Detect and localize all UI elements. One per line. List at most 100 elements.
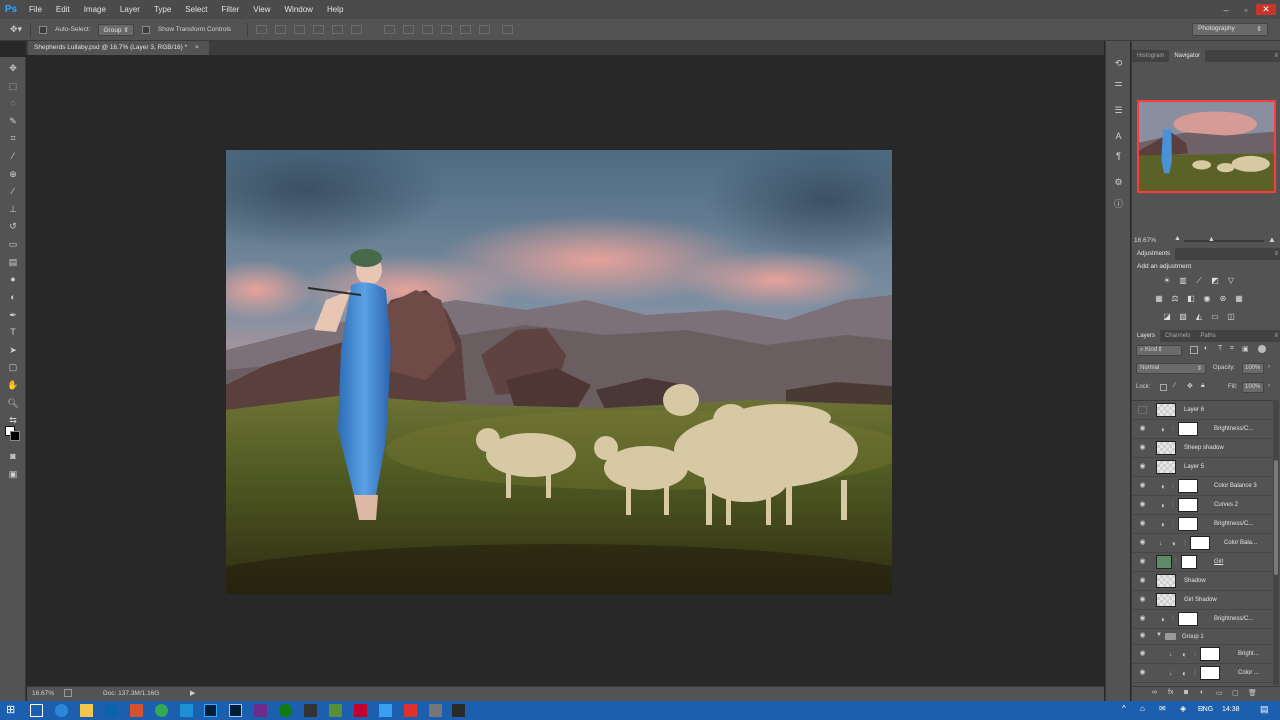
blur-tool-icon[interactable]: ● [5, 272, 21, 286]
clock[interactable]: 14:38 [1222, 706, 1240, 713]
minimize-button[interactable]: – [1216, 5, 1236, 15]
marquee-tool-icon[interactable]: ⬚ [5, 79, 21, 93]
blend-mode-dropdown[interactable]: Normal ⇕ [1136, 363, 1206, 374]
levels-icon[interactable]: ▥ [1178, 276, 1188, 285]
eye-icon[interactable]: ◉ [1138, 632, 1147, 640]
document-tab[interactable]: Shepherds Lullaby.psd @ 16.7% (Layer 3, … [28, 41, 209, 55]
app-icon[interactable] [304, 704, 317, 717]
eyedropper-tool-icon[interactable]: ⁄ [5, 149, 21, 163]
photo-filter-icon[interactable]: ◉ [1202, 294, 1212, 303]
history-brush-tool-icon[interactable]: ↺ [5, 219, 21, 233]
menu-type[interactable]: Type [147, 0, 178, 19]
distribute-hcenter-icon[interactable] [460, 25, 472, 34]
crop-tool-icon[interactable]: ⌗ [5, 131, 21, 145]
tab-histogram[interactable]: Histogram [1132, 50, 1169, 62]
opacity-input[interactable]: 100% [1242, 363, 1264, 374]
notifications-icon[interactable]: ▤ [1260, 704, 1269, 715]
app-icon[interactable] [452, 704, 465, 717]
eye-icon[interactable]: ◉ [1138, 444, 1147, 452]
lightroom-taskbar-icon[interactable] [229, 704, 242, 717]
eraser-tool-icon[interactable]: ▭ [5, 237, 21, 251]
menu-window[interactable]: Window [278, 0, 320, 19]
selective-color-icon[interactable]: ◫ [1226, 312, 1236, 321]
eye-icon[interactable]: ◉ [1138, 615, 1147, 623]
status-arrow-icon[interactable]: ▶ [190, 689, 195, 697]
lock-transparent-icon[interactable] [1160, 384, 1167, 391]
document-canvas[interactable] [226, 150, 892, 594]
new-adjustment-icon[interactable]: ◐ [1200, 689, 1204, 696]
hand-tool-icon[interactable]: ✋ [5, 378, 21, 392]
delete-layer-icon[interactable]: 🗑︎ [1248, 689, 1257, 697]
brush-tool-icon[interactable]: ∕ [5, 184, 21, 198]
path-select-tool-icon[interactable]: ➤ [5, 343, 21, 357]
layer-row[interactable]: ◉ ◐ ⫶ Brightness/C... [1132, 610, 1272, 629]
tool-presets-icon[interactable]: ⚙ [1112, 177, 1125, 188]
gradient-tool-icon[interactable]: ▤ [5, 255, 21, 269]
filter-pixel-icon[interactable] [1190, 346, 1198, 354]
eye-icon[interactable]: ◉ [1138, 558, 1147, 566]
eye-icon[interactable]: ◉ [1138, 650, 1147, 658]
quick-select-tool-icon[interactable]: ✎ [5, 114, 21, 128]
tab-adjustments[interactable]: Adjustments [1132, 248, 1176, 260]
distribute-left-icon[interactable] [441, 25, 453, 34]
panel-menu-icon[interactable]: ≡ [1274, 50, 1278, 62]
app-icon[interactable] [379, 704, 392, 717]
tab-layers[interactable]: Layers [1132, 330, 1161, 342]
xbox-icon[interactable] [279, 704, 292, 717]
layer-row[interactable]: ◉ ↓ ◐ ⫶ Bright... [1132, 645, 1272, 664]
filter-type-icon[interactable]: T [1218, 345, 1222, 352]
character-icon[interactable]: A [1112, 131, 1125, 142]
background-color-swatch[interactable] [10, 431, 20, 441]
auto-select-dropdown[interactable]: Group ⇕ [98, 23, 134, 36]
layer-group-row[interactable]: ◉ ▼ Group 1 [1132, 629, 1272, 645]
new-group-icon[interactable]: ▭ [1216, 689, 1223, 697]
task-view-icon[interactable] [30, 704, 43, 717]
eye-icon[interactable]: ◉ [1138, 577, 1147, 585]
menu-file[interactable]: File [22, 0, 49, 19]
layer-comps-icon[interactable]: ☰ [1112, 105, 1125, 116]
threshold-icon[interactable]: ◭ [1194, 312, 1204, 321]
layer-row[interactable]: ◉ Shadow [1132, 572, 1272, 591]
layer-row[interactable]: ◉ ↓ ◐ ⫶ Color Bala... [1132, 534, 1272, 553]
tab-navigator[interactable]: Navigator [1169, 50, 1206, 62]
gradient-map-icon[interactable]: ▭ [1210, 312, 1220, 321]
vibrance-icon[interactable]: ▽ [1226, 276, 1236, 285]
menu-layer[interactable]: Layer [113, 0, 147, 19]
app-icon[interactable] [354, 704, 367, 717]
auto-select-checkbox[interactable] [39, 25, 48, 34]
lock-all-icon[interactable]: 🔒︎ [1201, 382, 1205, 390]
type-tool-icon[interactable]: T [5, 325, 21, 339]
document-tab-close-icon[interactable]: × [195, 44, 199, 51]
distribute-bottom-icon[interactable] [422, 25, 434, 34]
fill-input[interactable]: 100% [1242, 382, 1264, 393]
app-icon[interactable] [404, 704, 417, 717]
layer-filter-dropdown[interactable]: ⌕ Kind ⇕ [1136, 345, 1182, 356]
lock-pixels-icon[interactable]: ∕ [1174, 382, 1175, 389]
edge-browser-icon[interactable] [55, 704, 68, 717]
align-bottom-icon[interactable] [294, 25, 306, 34]
zoom-tool-icon[interactable]: 🔍︎ [5, 396, 21, 410]
layer-row[interactable]: Layer 6 [1132, 401, 1272, 420]
swap-colors-icon[interactable]: ⇆ [5, 413, 21, 427]
channel-mixer-icon[interactable]: ⊛ [1218, 294, 1228, 303]
link-layers-icon[interactable]: ∞ [1152, 689, 1157, 696]
menu-help[interactable]: Help [320, 0, 350, 19]
eye-icon[interactable]: ◉ [1138, 669, 1147, 677]
move-tool-icon[interactable]: ✥ [5, 61, 21, 75]
panel-menu-icon[interactable]: ≡ [1274, 248, 1278, 260]
filter-shape-icon[interactable]: ⌗ [1230, 345, 1234, 353]
eye-icon[interactable]: ◉ [1138, 539, 1147, 547]
lasso-tool-icon[interactable]: ◌ [5, 96, 21, 110]
healing-brush-tool-icon[interactable]: ⊕ [5, 167, 21, 181]
store-icon[interactable] [105, 704, 118, 717]
group-expand-icon[interactable]: ▼ [1156, 632, 1162, 638]
eye-icon[interactable]: ◉ [1138, 463, 1147, 471]
menu-edit[interactable]: Edit [49, 0, 77, 19]
opacity-arrow-icon[interactable]: › [1268, 364, 1270, 370]
align-hcenter-icon[interactable] [332, 25, 344, 34]
workspace-dropdown[interactable]: Photography ⇕ [1192, 23, 1268, 36]
align-vcenter-icon[interactable] [275, 25, 287, 34]
layers-scrollbar-thumb[interactable] [1274, 460, 1278, 575]
move-tool-icon[interactable]: ✥▾ [10, 24, 22, 35]
menu-view[interactable]: View [246, 0, 277, 19]
